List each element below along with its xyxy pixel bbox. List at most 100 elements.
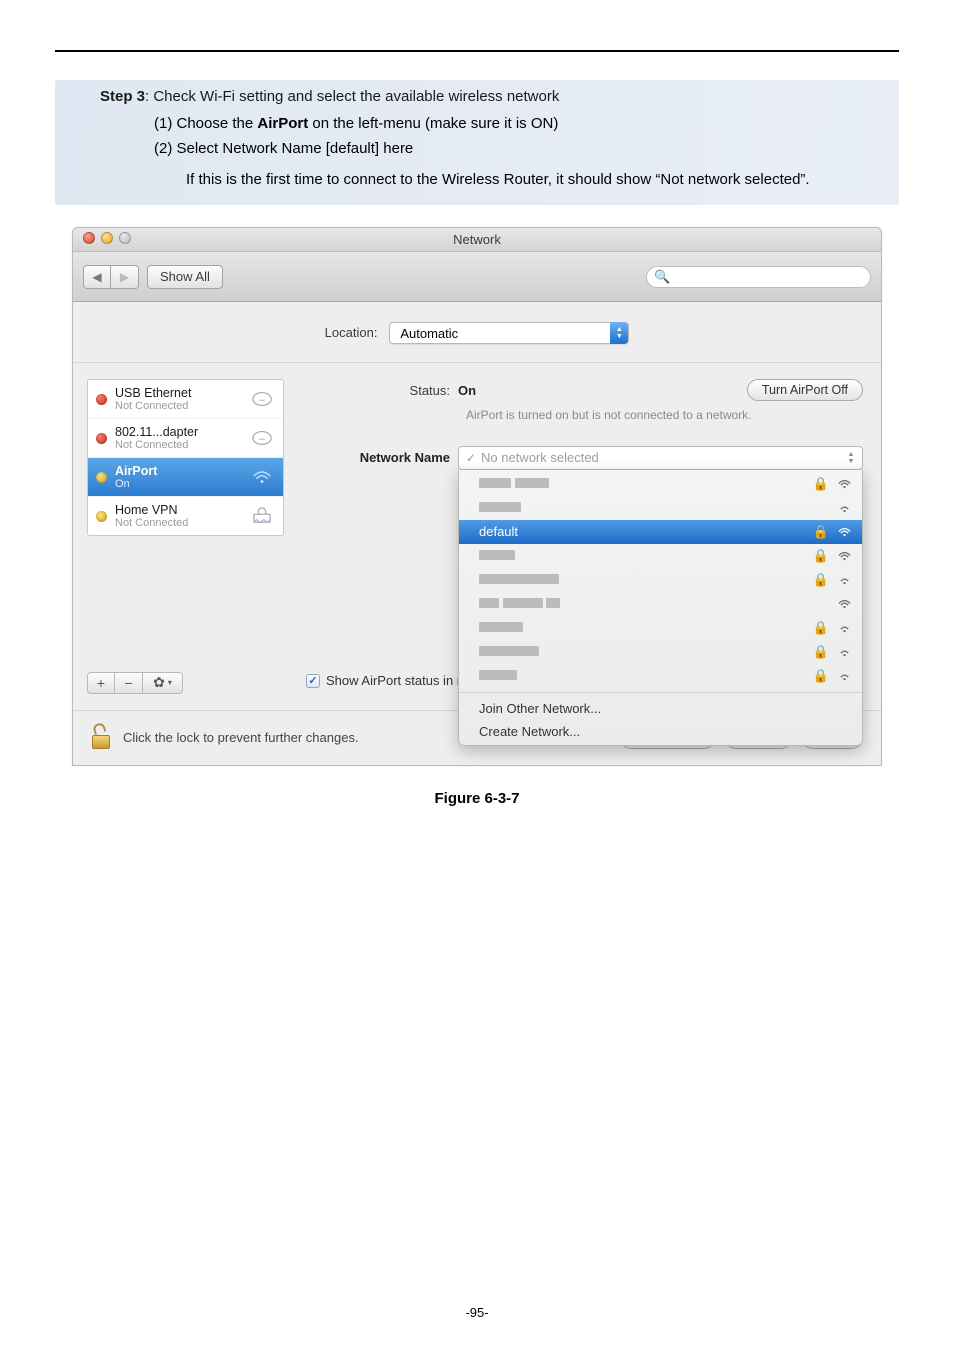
interface-name: 802.11...dapter <box>115 425 249 439</box>
lock-icon[interactable] <box>91 725 113 751</box>
join-other-network[interactable]: Join Other Network... <box>459 697 862 720</box>
wifi-icon <box>837 526 852 538</box>
dropdown-head[interactable]: ✓ No network selected ▲▼ <box>458 446 863 470</box>
dropdown-menu: 🔒 default 🔒 <box>458 470 863 746</box>
ethernet-icon: ••• <box>249 388 275 410</box>
network-item[interactable] <box>459 592 862 616</box>
status-dot-icon <box>96 472 107 483</box>
interface-status: Not Connected <box>115 439 249 451</box>
create-network[interactable]: Create Network... <box>459 720 862 743</box>
minimize-button[interactable] <box>101 232 113 244</box>
toolbar: ◀ ▶ Show All 🔍 <box>73 252 881 302</box>
zoom-button[interactable] <box>119 232 131 244</box>
network-item[interactable]: 🔒 <box>459 616 862 640</box>
detail-pane: Status: On Turn AirPort Off AirPort is t… <box>298 363 881 710</box>
wifi-icon <box>837 670 852 682</box>
lock-icon: 🔒 <box>813 620 829 636</box>
lock-icon: 🔒 <box>813 644 829 660</box>
show-airport-menubar-checkbox[interactable] <box>306 674 320 688</box>
location-label: Location: <box>325 325 378 340</box>
search-input[interactable] <box>646 266 871 288</box>
window-title: Network <box>73 228 881 252</box>
sidebar-item-usb-ethernet[interactable]: USB Ethernet Not Connected ••• <box>88 380 283 419</box>
wifi-icon <box>249 466 275 488</box>
interface-status: Not Connected <box>115 517 249 529</box>
sidebar: USB Ethernet Not Connected ••• 802.11...… <box>73 363 298 710</box>
step-line: Step 3: Check Wi-Fi setting and select t… <box>100 88 887 105</box>
nav-segment: ◀ ▶ <box>83 265 139 289</box>
network-item[interactable] <box>459 496 862 520</box>
forward-button[interactable]: ▶ <box>111 265 139 289</box>
location-value: Automatic <box>390 326 610 341</box>
interface-list: USB Ethernet Not Connected ••• 802.11...… <box>87 379 284 536</box>
page-number: -95- <box>0 1305 954 1320</box>
network-item[interactable]: 🔒 <box>459 472 862 496</box>
status-dot-icon <box>96 511 107 522</box>
location-row: Location: Automatic ▲▼ <box>73 302 881 363</box>
status-description: AirPort is turned on but is not connecte… <box>466 407 863 424</box>
close-button[interactable] <box>83 232 95 244</box>
check-icon: ✓ <box>466 451 476 465</box>
dropdown-selected: No network selected <box>481 450 599 465</box>
substep-1: (1) Choose the AirPort on the left-menu … <box>100 115 887 132</box>
wifi-icon <box>837 478 852 490</box>
titlebar: Network <box>73 228 881 252</box>
location-select[interactable]: Automatic ▲▼ <box>389 322 629 344</box>
network-label: default <box>479 524 803 539</box>
lock-icon: 🔒 <box>813 668 829 684</box>
network-name-label: Network Name <box>306 446 458 465</box>
select-arrows-icon: ▲▼ <box>842 448 860 468</box>
interface-status: Not Connected <box>115 400 249 412</box>
network-prefpane-window: Network ◀ ▶ Show All 🔍 Location: Automat… <box>72 227 882 766</box>
figure-caption: Figure 6-3-7 <box>55 790 899 807</box>
sidebar-item-home-vpn[interactable]: Home VPN Not Connected <box>88 497 283 535</box>
svg-text:•••: ••• <box>259 398 265 404</box>
status-label: Status: <box>306 383 458 398</box>
wifi-icon <box>837 502 852 514</box>
network-item[interactable]: 🔒 <box>459 544 862 568</box>
wifi-icon <box>837 550 852 562</box>
gear-icon: ✿ <box>153 674 165 691</box>
instruction-block: Step 3: Check Wi-Fi setting and select t… <box>55 80 899 205</box>
wifi-icon <box>837 598 852 610</box>
wifi-icon <box>837 574 852 586</box>
network-item-default[interactable]: default 🔒 <box>459 520 862 544</box>
lock-icon: 🔒 <box>813 572 829 588</box>
action-menu-button[interactable]: ✿ ▾ <box>143 672 183 694</box>
turn-airport-off-button[interactable]: Turn AirPort Off <box>747 379 863 401</box>
network-name-dropdown[interactable]: ✓ No network selected ▲▼ 🔒 <box>458 446 863 470</box>
vpn-icon <box>249 505 275 527</box>
ethernet-icon: ••• <box>249 427 275 449</box>
svg-text:•••: ••• <box>259 437 265 443</box>
interface-name: Home VPN <box>115 503 249 517</box>
interface-name: AirPort <box>115 464 249 478</box>
sidebar-controls: + − ✿ ▾ <box>87 672 284 694</box>
remove-interface-button[interactable]: − <box>115 672 143 694</box>
lock-icon: 🔒 <box>813 524 829 540</box>
substep-2-note: If this is the first time to connect to … <box>100 165 887 195</box>
wifi-icon <box>837 622 852 634</box>
interface-name: USB Ethernet <box>115 386 249 400</box>
select-arrows-icon: ▲▼ <box>610 322 628 344</box>
sidebar-item-airport[interactable]: AirPort On <box>88 458 283 497</box>
menu-separator <box>459 692 862 693</box>
show-all-button[interactable]: Show All <box>147 265 223 289</box>
add-interface-button[interactable]: + <box>87 672 115 694</box>
chevron-down-icon: ▾ <box>168 678 172 687</box>
sidebar-item-80211-adapter[interactable]: 802.11...dapter Not Connected ••• <box>88 419 283 458</box>
traffic-lights <box>83 232 131 244</box>
status-dot-icon <box>96 394 107 405</box>
step-label: Step 3 <box>100 88 145 105</box>
back-button[interactable]: ◀ <box>83 265 111 289</box>
network-item[interactable]: 🔒 <box>459 640 862 664</box>
status-dot-icon <box>96 433 107 444</box>
search-icon: 🔍 <box>654 269 670 285</box>
substep-2: (2) Select Network Name [default] here <box>100 140 887 157</box>
network-item[interactable]: 🔒 <box>459 568 862 592</box>
lock-icon: 🔒 <box>813 476 829 492</box>
horizontal-rule <box>55 50 899 52</box>
interface-status: On <box>115 478 249 490</box>
status-value: On <box>458 383 476 398</box>
network-item[interactable]: 🔒 <box>459 664 862 688</box>
wifi-icon <box>837 646 852 658</box>
